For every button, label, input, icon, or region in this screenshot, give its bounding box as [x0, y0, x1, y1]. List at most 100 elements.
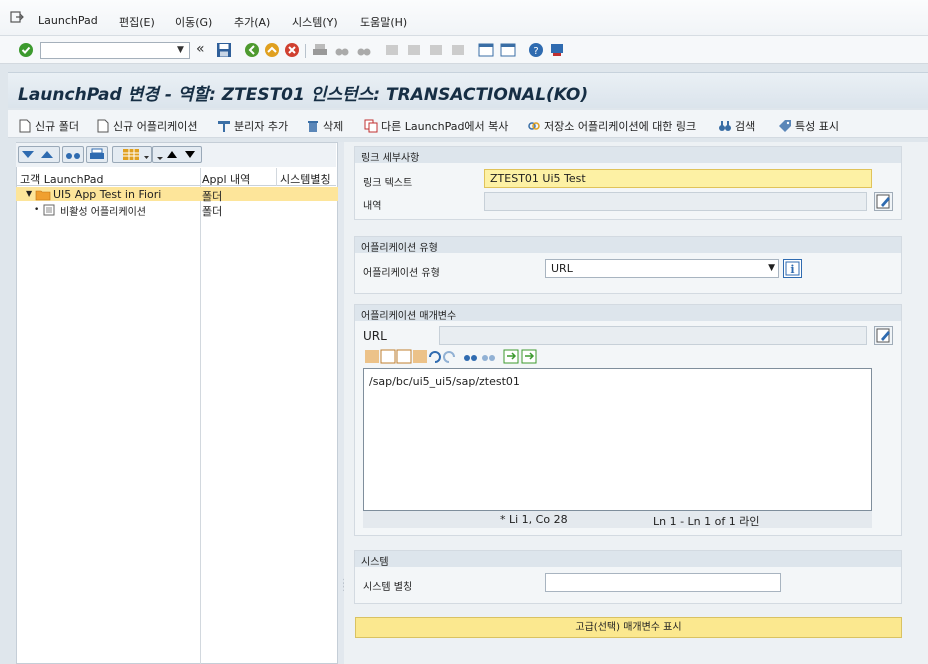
edit-url-button[interactable] [874, 326, 893, 345]
tree-find-button[interactable] [62, 146, 84, 163]
editor-status-bar: * Li 1, Co 28 Ln 1 - Ln 1 of 1 라인 [363, 511, 872, 528]
new-document-icon [97, 119, 109, 133]
cursor-position: * Li 1, Co 28 [500, 513, 568, 526]
tree-layout-button[interactable] [112, 146, 152, 163]
svg-text:i: i [790, 263, 794, 276]
show-properties-label: 특성 표시 [795, 120, 839, 133]
new-folder-label: 신규 폴더 [35, 120, 79, 133]
line-count: Ln 1 - Ln 1 of 1 라인 [653, 515, 760, 528]
separator-icon [218, 121, 230, 132]
delete-button[interactable]: 삭제 [306, 118, 343, 134]
first-page-icon [386, 45, 398, 55]
add-separator-button[interactable]: 분리자 추가 [217, 118, 288, 134]
save-icon[interactable] [216, 42, 232, 58]
url-editor[interactable]: /sap/bc/ui5_ui5/sap/ztest01 [363, 368, 872, 511]
editor-toolbar-icons[interactable] [364, 348, 546, 365]
menu-help[interactable]: 도움말(H) [360, 14, 407, 30]
menu-system[interactable]: 시스템(Y) [292, 14, 338, 30]
header-divider [16, 185, 336, 186]
application-type-select[interactable]: URL ▼ [545, 259, 779, 278]
menu-edit[interactable]: 편집(E) [119, 14, 155, 30]
chevron-down-icon[interactable]: ▼ [768, 263, 775, 273]
url-editor-text: /sap/bc/ui5_ui5/sap/ztest01 [369, 375, 520, 388]
tree-node-appl: 폴더 [202, 190, 223, 203]
document-list-icon [43, 204, 55, 216]
new-document-icon [19, 119, 31, 133]
menu-goto[interactable]: 이동(G) [175, 14, 212, 30]
copy-from-other-launchpad-label: 다른 LaunchPad에서 복사 [381, 120, 509, 133]
application-type-label: 어플리케이션 유형 [363, 268, 440, 279]
previous-page-icon [408, 45, 420, 55]
expand-collapse-button[interactable] [18, 146, 60, 163]
move-up-down-button[interactable] [152, 146, 202, 163]
find-next-icon [357, 48, 371, 56]
application-type-header: 어플리케이션 유형 [355, 237, 901, 254]
launchpad-tree-panel [16, 142, 338, 664]
system-header: 시스템 [355, 551, 901, 568]
new-application-button[interactable]: 신규 어플리케이션 [96, 118, 197, 134]
cancel-icon[interactable] [284, 42, 300, 58]
column-divider [200, 168, 201, 664]
expand-triangle-icon[interactable]: ▼ [26, 189, 32, 198]
info-icon: i [785, 261, 800, 276]
description-field[interactable] [484, 192, 867, 211]
tree-node-label[interactable]: 비활성 어플리케이션 [60, 203, 146, 218]
tree-print-button[interactable] [86, 146, 108, 163]
repository-link-button[interactable]: 저장소 어플리케이션에 대한 링크 [527, 118, 696, 134]
tree-node-label[interactable]: UI5 App Test in Fiori [53, 188, 161, 201]
copy-icon [364, 119, 378, 133]
delete-label: 삭제 [323, 120, 344, 133]
chevron-down-icon[interactable]: ▼ [177, 45, 187, 56]
system-alias-label: 시스템 별칭 [363, 582, 413, 593]
url-field[interactable] [439, 326, 867, 345]
menu-extras[interactable]: 추가(A) [234, 14, 270, 30]
bullet-icon: • [34, 205, 40, 215]
info-button[interactable]: i [783, 259, 802, 278]
edit-description-button[interactable] [874, 192, 893, 211]
link-text-field[interactable]: ZTEST01 Ui5 Test [484, 169, 872, 188]
trash-icon [308, 121, 318, 132]
link-details-header: 링크 세부사항 [355, 147, 901, 164]
help-icon[interactable]: ? [528, 42, 544, 58]
link-text-label: 링크 텍스트 [363, 178, 413, 189]
show-properties-button[interactable]: 특성 표시 [778, 118, 839, 134]
column-divider [276, 168, 277, 186]
double-chevron-left-icon[interactable]: « [196, 42, 212, 58]
menu-launchpad[interactable]: LaunchPad [38, 14, 98, 27]
title-bar: LaunchPad 변경 - 역할: ZTEST01 인스턴스: TRANSAC… [8, 72, 928, 108]
edit-pencil-icon [876, 328, 890, 343]
print-icon [313, 44, 327, 55]
create-session-icon[interactable] [478, 42, 494, 58]
exit-up-icon[interactable] [264, 42, 280, 58]
folder-icon [35, 190, 51, 201]
command-field[interactable]: ▼ [40, 42, 190, 59]
enter-check-icon[interactable] [18, 42, 34, 58]
repository-link-label: 저장소 어플리케이션에 대한 링크 [544, 120, 697, 133]
shortcut-icon[interactable] [500, 42, 516, 58]
search-button[interactable]: 검색 [718, 118, 755, 134]
table-icon [123, 149, 149, 160]
exit-icon[interactable] [10, 10, 24, 24]
tag-icon [779, 120, 791, 132]
move-up-down-icon [157, 151, 195, 160]
svg-text:?: ? [533, 46, 538, 57]
application-parameters-header: 어플리케이션 매개변수 [355, 305, 901, 322]
url-label: URL [363, 329, 387, 343]
back-icon[interactable] [244, 42, 260, 58]
customize-layout-icon[interactable] [549, 42, 565, 58]
show-advanced-parameters-button[interactable]: 고급(선택) 매개변수 표시 [355, 617, 902, 638]
find-icon [335, 48, 349, 56]
edit-pencil-icon [876, 194, 890, 209]
next-page-icon [430, 45, 442, 55]
new-folder-button[interactable]: 신규 폴더 [18, 118, 79, 134]
tree-node-appl: 폴더 [202, 205, 223, 218]
add-separator-label: 분리자 추가 [234, 120, 289, 133]
last-page-icon [452, 45, 464, 55]
link-icon [528, 122, 540, 130]
search-label: 검색 [735, 120, 756, 133]
application-type-value: URL [551, 262, 573, 275]
print-icon [90, 148, 104, 159]
copy-from-other-launchpad-button[interactable]: 다른 LaunchPad에서 복사 [364, 118, 508, 134]
system-alias-field[interactable] [545, 573, 781, 592]
new-application-label: 신규 어플리케이션 [113, 120, 198, 133]
